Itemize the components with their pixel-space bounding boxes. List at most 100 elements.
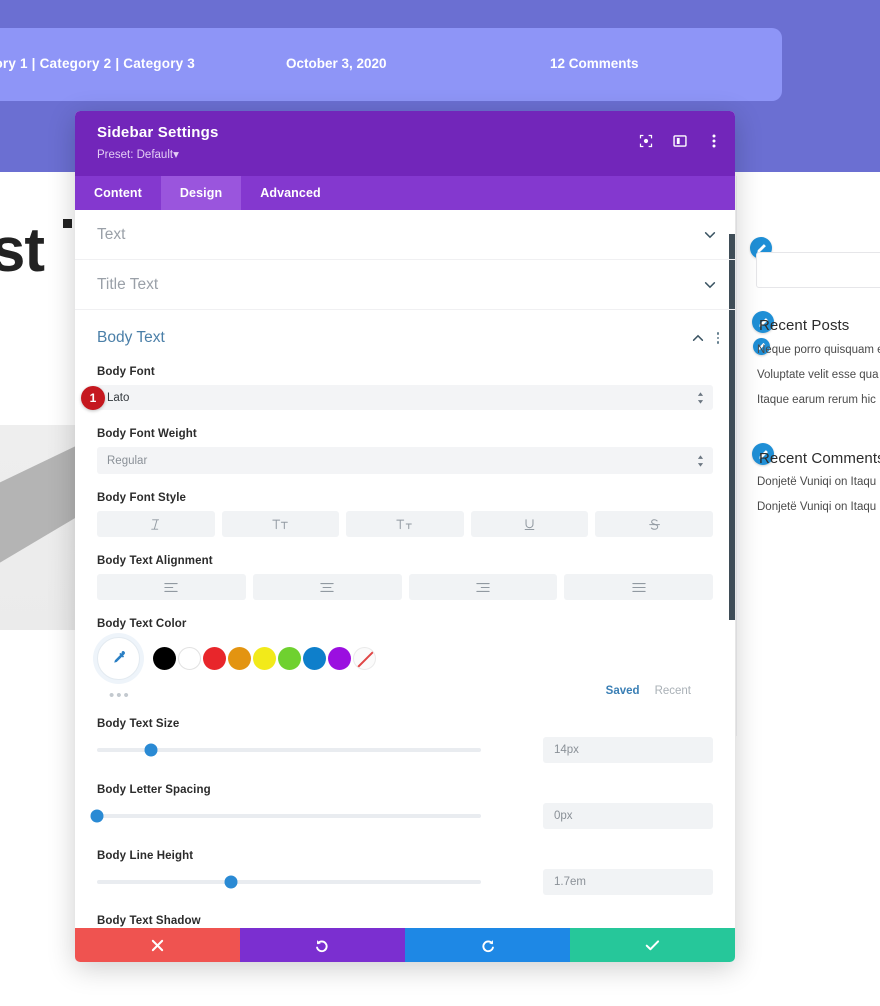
undo-button[interactable] bbox=[240, 928, 405, 962]
body-font-style-label: Body Font Style bbox=[97, 492, 187, 504]
body-font-value: Lato bbox=[107, 391, 130, 404]
body-text-shadow-label: Body Text Shadow bbox=[97, 915, 201, 927]
body-text-color-label: Body Text Color bbox=[97, 618, 187, 630]
body-line-height-slider[interactable] bbox=[97, 875, 481, 889]
layout-panel-icon[interactable] bbox=[672, 133, 687, 148]
color-swatch-yellow[interactable] bbox=[253, 647, 276, 670]
color-swatch-orange[interactable] bbox=[228, 647, 251, 670]
recent-post-item-1[interactable]: Voluptate velit esse qua bbox=[757, 369, 878, 381]
saved-colors-tab[interactable]: Saved bbox=[606, 685, 640, 697]
modal-tabs: Content Design Advanced bbox=[75, 176, 735, 210]
tab-design[interactable]: Design bbox=[160, 176, 242, 210]
body-font-label: Body Font bbox=[97, 366, 155, 378]
color-swatch-black[interactable] bbox=[153, 647, 176, 670]
preset-caret-icon: ▾ bbox=[173, 149, 179, 161]
chevron-down-icon[interactable] bbox=[703, 278, 717, 292]
tab-advanced[interactable]: Advanced bbox=[241, 176, 340, 210]
rail-divider bbox=[736, 176, 737, 736]
strikethrough-icon[interactable] bbox=[595, 511, 713, 537]
body-text-size-knob[interactable] bbox=[144, 743, 158, 757]
color-swatch-white[interactable] bbox=[178, 647, 201, 670]
preset-label: Preset: Default bbox=[97, 149, 174, 161]
color-swatch-blue[interactable] bbox=[303, 647, 326, 670]
field-body-text-alignment: Body Text Alignment bbox=[97, 555, 713, 600]
more-vertical-icon[interactable] bbox=[706, 133, 721, 148]
chevron-up-icon[interactable] bbox=[691, 331, 705, 345]
recent-post-item-0[interactable]: Neque porro quisquam e bbox=[757, 344, 880, 356]
modal-body: Text Title Text Body Text Body Font 1 La… bbox=[75, 210, 735, 928]
eyedropper-icon[interactable] bbox=[97, 637, 140, 680]
recent-post-item-2[interactable]: Itaque earum rerum hic bbox=[757, 394, 876, 406]
banner-comments: 12 Comments bbox=[550, 56, 639, 71]
body-letter-spacing-knob[interactable] bbox=[90, 809, 104, 823]
body-font-select[interactable]: 1 Lato bbox=[81, 385, 713, 410]
field-body-text-color: Body Text Color ••• Saved Recent bbox=[97, 618, 713, 705]
select-spinner-icon bbox=[697, 391, 704, 404]
color-swatch-transparent[interactable] bbox=[353, 647, 376, 670]
sidebar-search-widget[interactable] bbox=[756, 252, 880, 288]
body-letter-spacing-row: 0px bbox=[90, 803, 713, 829]
checkmark-icon bbox=[645, 939, 660, 950]
post-title: ost bbox=[0, 216, 45, 285]
color-tabs: Saved Recent bbox=[606, 685, 691, 697]
recent-comment-item-1[interactable]: Donjetë Vuniqi on Itaqu bbox=[757, 501, 876, 513]
accordion-body-text[interactable]: Body Text bbox=[75, 310, 735, 366]
modal-title: Sidebar Settings bbox=[97, 124, 219, 141]
field-body-text-shadow: Body Text Shadow bbox=[97, 915, 713, 927]
field-body-font: Body Font 1 Lato bbox=[81, 366, 713, 410]
post-title-period bbox=[63, 219, 72, 228]
accordion-body-text-label: Body Text bbox=[97, 329, 165, 346]
body-letter-spacing-value[interactable]: 0px bbox=[543, 803, 713, 829]
screen: gory 1 | Category 2 | Category 3 October… bbox=[0, 0, 880, 1006]
modal-preset-selector[interactable]: Preset: Default▾ bbox=[97, 147, 179, 161]
italic-icon[interactable] bbox=[97, 511, 215, 537]
accordion-text[interactable]: Text bbox=[75, 210, 735, 260]
close-icon bbox=[151, 939, 164, 951]
cancel-button[interactable] bbox=[75, 928, 240, 962]
body-text-options-icon[interactable] bbox=[716, 332, 719, 344]
body-font-weight-value: Regular bbox=[107, 454, 148, 467]
undo-icon bbox=[316, 939, 328, 952]
expand-icon[interactable] bbox=[638, 133, 653, 148]
color-swatch-purple[interactable] bbox=[328, 647, 351, 670]
align-justify-icon[interactable] bbox=[564, 574, 713, 600]
modal-header-icons bbox=[638, 133, 721, 148]
accordion-title-text[interactable]: Title Text bbox=[75, 260, 735, 310]
redo-icon bbox=[482, 939, 494, 952]
color-swatch-row bbox=[97, 637, 713, 680]
recent-colors-tab[interactable]: Recent bbox=[655, 685, 691, 697]
body-line-height-knob[interactable] bbox=[224, 875, 238, 889]
color-swatch-red[interactable] bbox=[203, 647, 226, 670]
body-font-style-buttons bbox=[97, 511, 713, 537]
align-left-icon[interactable] bbox=[97, 574, 246, 600]
recent-comment-item-0[interactable]: Donjetë Vuniqi on Itaqu bbox=[757, 476, 876, 488]
sidebar-settings-modal: Sidebar Settings Preset: Default▾ Conten… bbox=[75, 111, 735, 962]
underline-icon[interactable] bbox=[470, 511, 589, 537]
accordion-text-label: Text bbox=[97, 225, 126, 243]
field-body-line-height: Body Line Height 1.7em bbox=[97, 850, 713, 895]
save-button[interactable] bbox=[570, 928, 735, 962]
body-letter-spacing-label: Body Letter Spacing bbox=[97, 784, 211, 796]
color-swatch-green[interactable] bbox=[278, 647, 301, 670]
step-badge-1: 1 bbox=[81, 385, 105, 410]
modal-header: Sidebar Settings Preset: Default▾ bbox=[75, 111, 735, 176]
body-font-weight-select[interactable]: Regular bbox=[97, 447, 713, 474]
accordion-body-text-controls bbox=[691, 310, 719, 366]
align-right-icon[interactable] bbox=[408, 574, 558, 600]
body-text-settings: Body Font 1 Lato Body Font Weight Regula… bbox=[75, 366, 735, 927]
body-text-size-value[interactable]: 14px bbox=[543, 737, 713, 763]
widget-heading-recent-posts: Recent Posts bbox=[759, 317, 850, 334]
body-text-size-slider[interactable] bbox=[97, 743, 481, 757]
widget-heading-recent-comments: Recent Comments bbox=[759, 450, 880, 467]
body-font-weight-label: Body Font Weight bbox=[97, 428, 197, 440]
modal-footer bbox=[75, 928, 735, 962]
chevron-down-icon[interactable] bbox=[703, 228, 717, 242]
small-caps-icon[interactable] bbox=[346, 511, 464, 537]
body-text-alignment-buttons bbox=[97, 574, 713, 600]
align-center-icon[interactable] bbox=[252, 574, 402, 600]
body-letter-spacing-slider[interactable] bbox=[90, 809, 481, 823]
redo-button[interactable] bbox=[405, 928, 570, 962]
tab-content[interactable]: Content bbox=[75, 176, 161, 210]
uppercase-icon[interactable] bbox=[221, 511, 340, 537]
body-line-height-value[interactable]: 1.7em bbox=[543, 869, 713, 895]
